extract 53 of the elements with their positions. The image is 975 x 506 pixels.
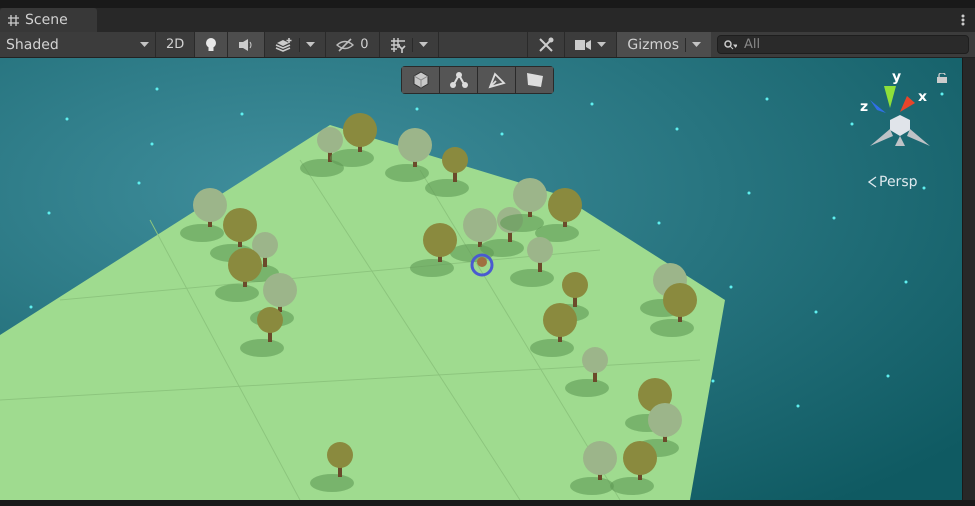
chevron-left-icon [868,176,877,188]
caret-icon [418,42,428,47]
cube-icon [412,71,430,89]
tree-drawing [610,441,657,495]
tree-drawing [310,442,354,492]
tools-icon [538,36,554,52]
axis-label: z [860,100,868,114]
tree-drawing [410,223,457,277]
tree-drawing [425,147,469,197]
projection-label[interactable]: Persp [879,174,918,190]
cube-tool-button[interactable] [402,67,439,93]
grid-hash-icon [8,14,19,26]
audio-toggle-button[interactable] [227,32,264,57]
caret-icon [692,42,701,47]
hidden-eye-icon [336,38,354,52]
search-field[interactable]: All [717,35,969,54]
axis-label: y [892,70,902,84]
tree-drawing [300,127,344,177]
gizmos-button[interactable]: Gizmos [616,32,711,57]
triangle-pen-icon [486,71,506,89]
axis-cone-icon[interactable] [884,86,896,108]
node-graph-icon [448,71,468,89]
selected-character-drawing[interactable] [470,254,494,276]
caret-icon [306,42,316,47]
tree-drawing [570,441,617,495]
tree-drawing [215,248,262,302]
tree-drawing [530,303,577,357]
caret-icon [597,42,606,47]
grid-icon [390,36,406,52]
lightbulb-icon [205,36,218,52]
nodes-tool-button[interactable] [440,67,477,93]
axis-label: x [918,90,928,104]
tree-drawing [500,178,547,232]
tree-drawing [385,128,432,182]
scene-tab[interactable]: Scene [0,8,97,32]
tree-drawing [535,188,582,242]
camera-icon [575,38,592,50]
tree-drawing [330,113,377,167]
tree-drawing [650,283,697,337]
more-options-icon[interactable] [961,14,965,26]
tree-drawing [565,347,609,397]
layers-icon [275,38,294,52]
tree-drawing [180,188,227,242]
lighting-toggle-button[interactable] [194,32,228,57]
tree-drawing [480,207,524,257]
plane-icon [524,71,544,89]
caret-icon [140,42,149,47]
tree-drawing [240,307,284,357]
lock-icon[interactable] [937,73,947,83]
tree-drawing [510,237,554,287]
plane-tool-button[interactable] [516,67,553,93]
speaker-icon [238,38,254,50]
pen-tool-button[interactable] [478,67,515,93]
